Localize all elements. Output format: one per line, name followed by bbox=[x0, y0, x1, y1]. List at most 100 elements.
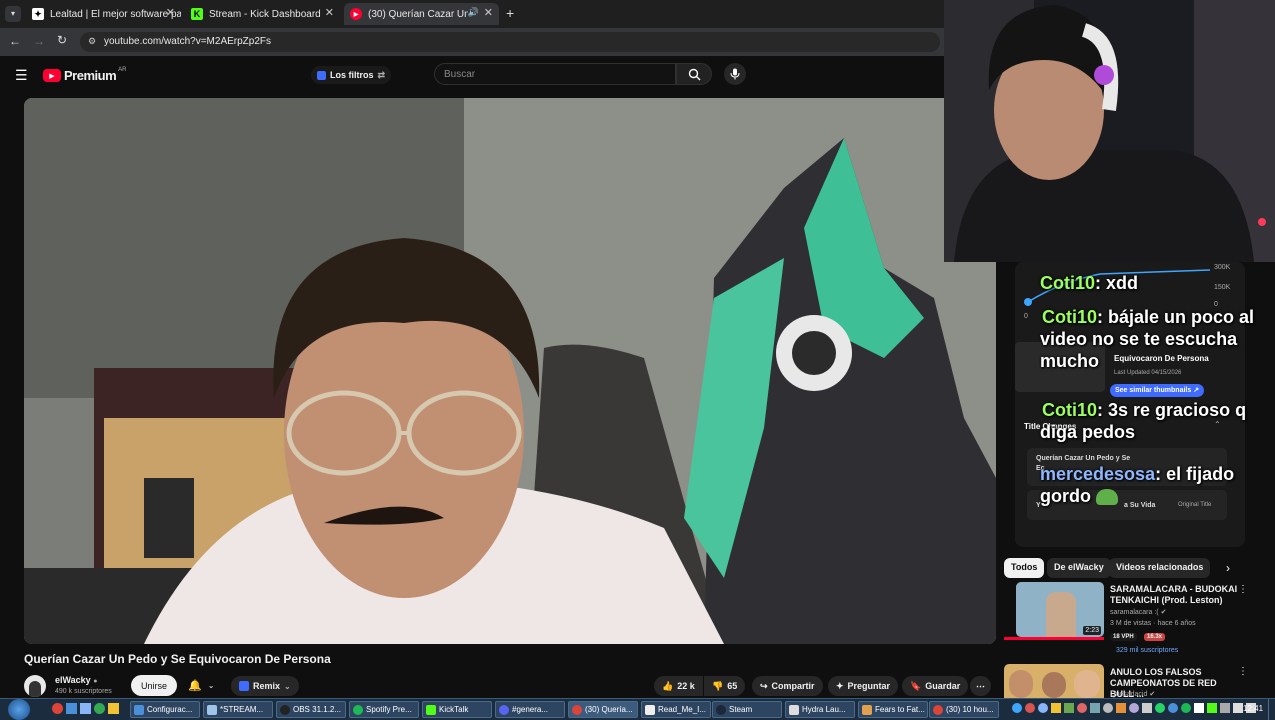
chat-message: Coti10: bájale un poco al video no se te… bbox=[1040, 306, 1270, 372]
webcam-overlay bbox=[944, 0, 1275, 262]
chip-de-elwacky[interactable]: De elWacky bbox=[1047, 558, 1111, 578]
save-label: Guardar bbox=[925, 681, 961, 691]
start-button-icon[interactable] bbox=[8, 699, 30, 720]
tray-app-icon[interactable] bbox=[1207, 703, 1217, 713]
tray-app-icon[interactable] bbox=[1103, 703, 1113, 713]
speaker-icon[interactable]: 🔊 bbox=[468, 7, 479, 18]
recommendation-channel[interactable]: saramalacara :( ✔ bbox=[1110, 608, 1166, 618]
tab-lealtad[interactable]: ✦ Lealtad | El mejor software par ✕ bbox=[26, 3, 181, 25]
chat-username: Coti10 bbox=[1042, 400, 1098, 420]
chip-todos[interactable]: Todos bbox=[1004, 558, 1045, 578]
tray-app-icon[interactable] bbox=[1220, 703, 1230, 713]
chrome-alt-pinned-icon[interactable] bbox=[94, 703, 105, 714]
forward-icon[interactable]: → bbox=[33, 34, 45, 48]
search-input[interactable]: Buscar bbox=[434, 63, 676, 85]
tab-search-dropdown-icon[interactable]: ▾ bbox=[5, 6, 21, 22]
ask-button[interactable]: ✦ Preguntar bbox=[828, 676, 899, 696]
more-actions-button[interactable]: ⋯ bbox=[970, 676, 991, 696]
search-button[interactable] bbox=[676, 63, 712, 85]
back-icon[interactable]: ← bbox=[9, 34, 21, 48]
tray-app-icon[interactable] bbox=[1077, 703, 1087, 713]
filters-button[interactable]: Los filtros ⇄ bbox=[311, 66, 392, 84]
youtube-logo[interactable]: ▶ Premium AR bbox=[43, 67, 126, 83]
video-player[interactable] bbox=[24, 98, 996, 644]
voice-search-button[interactable] bbox=[724, 63, 746, 85]
thumbnail-face bbox=[1009, 670, 1033, 698]
tray-app-icon[interactable] bbox=[1038, 703, 1048, 713]
media-pinned-icon[interactable] bbox=[80, 703, 91, 714]
thumbs-up-icon: 👍 bbox=[662, 680, 674, 691]
see-similar-label: See similar thumbnails ↗ bbox=[1115, 387, 1200, 394]
more-options-icon[interactable]: ⋮ bbox=[1238, 666, 1248, 677]
dislike-button[interactable]: 👎 65 bbox=[704, 676, 746, 696]
taskbar-label: Spotify Pre... bbox=[366, 705, 412, 714]
recommendation-title[interactable]: SARAMALACARA - BUDOKAI TENKAICHI (Prod. … bbox=[1110, 584, 1238, 606]
taskbar-label: (30) Quería... bbox=[585, 705, 633, 714]
see-similar-thumbnails-button[interactable]: See similar thumbnails ↗ bbox=[1110, 384, 1205, 397]
taskbar-item-fears[interactable]: Fears to Fat... bbox=[858, 701, 928, 718]
join-button[interactable]: Unirse bbox=[131, 675, 178, 696]
axis-label-left-0: 0 bbox=[1024, 313, 1028, 320]
taskbar-item-spotify[interactable]: Spotify Pre... bbox=[349, 701, 419, 718]
tab-youtube-video[interactable]: ▶ (30) Querían Cazar Un Pedo 🔊 ✕ bbox=[344, 3, 499, 25]
chip-videos-relacionados[interactable]: Videos relacionados bbox=[1109, 558, 1211, 578]
taskbar-item-kicktalk[interactable]: KickTalk bbox=[422, 701, 492, 718]
taskbar-label: Hydra Lau... bbox=[802, 705, 846, 714]
close-tab-icon[interactable]: ✕ bbox=[166, 6, 175, 19]
system-tray bbox=[1012, 703, 1256, 713]
close-tab-icon[interactable]: ✕ bbox=[325, 6, 334, 19]
taskbar-item-settings[interactable]: Configurac... bbox=[130, 701, 200, 718]
show-desktop-button[interactable] bbox=[1268, 699, 1275, 720]
recommendation-item[interactable]: ANULO LOS FALSOS CAMPEONATOS DE RED BULL… bbox=[1004, 664, 1269, 699]
sliders-icon: ⇄ bbox=[377, 69, 386, 80]
tray-app-icon[interactable] bbox=[1116, 703, 1126, 713]
taskbar-item-steam[interactable]: Steam bbox=[712, 701, 782, 718]
tray-app-icon[interactable] bbox=[1129, 703, 1139, 713]
more-options-icon[interactable]: ⋮ bbox=[1238, 584, 1248, 595]
url-bar[interactable]: ⚙ youtube.com/watch?v=M2AErpZp2Fs bbox=[80, 32, 940, 52]
channel-name[interactable]: elWacky ● bbox=[55, 675, 97, 685]
site-info-icon[interactable]: ⚙ bbox=[88, 36, 96, 47]
tray-app-icon[interactable] bbox=[1194, 703, 1204, 713]
tray-app-icon[interactable] bbox=[1051, 703, 1061, 713]
new-tab-icon[interactable]: + bbox=[506, 5, 514, 21]
tray-app-icon[interactable] bbox=[1168, 703, 1178, 713]
network-icon[interactable] bbox=[1233, 703, 1243, 713]
taskbar-item-discord[interactable]: #genera... bbox=[495, 701, 565, 718]
share-button[interactable]: ↪ Compartir bbox=[752, 676, 823, 696]
recommendation-thumbnail[interactable] bbox=[1004, 664, 1104, 698]
notifications-button[interactable]: 🔔 ⌄ bbox=[182, 675, 220, 696]
folder-pinned-icon[interactable] bbox=[108, 703, 119, 714]
tray-app-icon[interactable] bbox=[1025, 703, 1035, 713]
explorer-pinned-icon[interactable] bbox=[66, 703, 77, 714]
reload-icon[interactable]: ↻ bbox=[57, 33, 67, 47]
settings-app-icon bbox=[134, 705, 144, 715]
taskbar-label: (30) 10 hou... bbox=[946, 705, 994, 714]
chips-next-icon[interactable]: › bbox=[1226, 561, 1230, 575]
menu-icon[interactable]: ☰ bbox=[15, 67, 28, 84]
kick-favicon-icon: K bbox=[191, 8, 203, 20]
taskbar-item-hydra[interactable]: Hydra Lau... bbox=[785, 701, 855, 718]
tray-app-icon[interactable] bbox=[1064, 703, 1074, 713]
taskbar-item-readme[interactable]: Read_Me_I... bbox=[641, 701, 711, 718]
like-button[interactable]: 👍 22 k bbox=[654, 676, 703, 696]
channel-avatar[interactable] bbox=[24, 675, 46, 697]
taskbar-item-obs[interactable]: OBS 31.1.2... bbox=[276, 701, 346, 718]
tab-kick-dashboard[interactable]: K Stream - Kick Dashboard ✕ bbox=[185, 3, 340, 25]
recommendation-item[interactable]: 2:23 SARAMALACARA - BUDOKAI TENKAICHI (P… bbox=[1004, 582, 1269, 658]
whatsapp-tray-icon[interactable] bbox=[1155, 703, 1165, 713]
recommendation-thumbnail[interactable]: 2:23 bbox=[1016, 582, 1104, 637]
chrome-pinned-icon[interactable] bbox=[52, 703, 63, 714]
tray-app-icon[interactable] bbox=[1142, 703, 1152, 713]
close-tab-icon[interactable]: ✕ bbox=[484, 6, 493, 19]
spotify-tray-icon[interactable] bbox=[1181, 703, 1191, 713]
taskbar-item-stream[interactable]: *STREAM... bbox=[203, 701, 273, 718]
taskbar-item-youtube[interactable]: (30) Quería... bbox=[568, 701, 638, 718]
tray-app-icon[interactable] bbox=[1012, 703, 1022, 713]
remix-button[interactable]: Remix ⌄ bbox=[231, 676, 299, 696]
tray-app-icon[interactable] bbox=[1090, 703, 1100, 713]
taskbar-item-youtube-2[interactable]: (30) 10 hou... bbox=[929, 701, 999, 718]
save-button[interactable]: 🔖 Guardar bbox=[902, 676, 969, 696]
chat-message: Coti10: 3s re gracioso q diga pedos bbox=[1040, 399, 1270, 443]
clock[interactable]: 12:41 bbox=[1243, 704, 1263, 713]
